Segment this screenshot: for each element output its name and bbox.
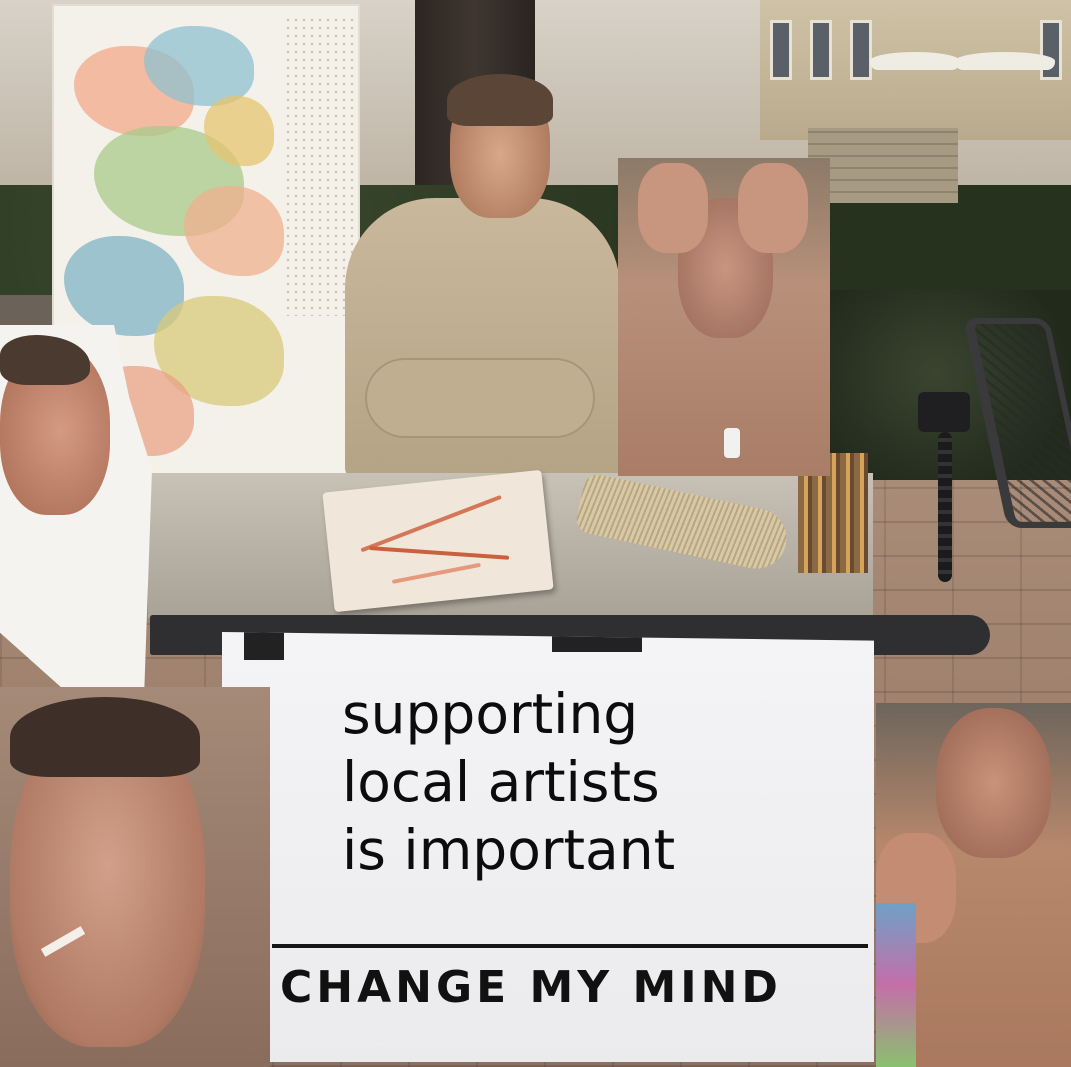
patio-umbrella xyxy=(955,52,1055,70)
sketchbook xyxy=(322,469,554,613)
sleeping-hair xyxy=(0,335,90,385)
building-window xyxy=(770,20,792,80)
change-my-mind-sign: supporting local artists is important CH… xyxy=(222,632,874,1062)
stone-planter xyxy=(808,128,958,203)
sketch-stroke xyxy=(369,546,510,560)
sign-divider xyxy=(272,944,868,948)
sign-headline: supporting local artists is important xyxy=(342,682,676,882)
art-supplies-table xyxy=(148,453,873,618)
right-face xyxy=(936,708,1051,858)
right-hand xyxy=(738,163,808,253)
seated-artist xyxy=(345,74,620,478)
sketch-stroke xyxy=(391,562,481,584)
cutout-smoking-man-right xyxy=(876,703,1071,1067)
patio-umbrella xyxy=(870,52,960,70)
cutout-smoking-man-left xyxy=(0,687,270,1067)
background-building xyxy=(760,0,1071,140)
tie-dye-sleeve xyxy=(876,903,916,1067)
building-window xyxy=(1040,20,1062,80)
artist-hair xyxy=(447,74,553,126)
cutout-hands-on-head xyxy=(618,158,830,476)
crossed-arms xyxy=(365,358,595,438)
building-window xyxy=(810,20,832,80)
paint-brush xyxy=(574,471,792,575)
smoking-hair xyxy=(10,697,200,777)
paint-blob xyxy=(184,186,284,276)
sign-tape xyxy=(244,632,284,660)
building-window xyxy=(850,20,872,80)
flexible-tripod-leg xyxy=(938,432,952,582)
camera-tripod xyxy=(918,392,970,592)
action-camera xyxy=(918,392,970,432)
meme-image: supporting local artists is important CH… xyxy=(0,0,1071,1067)
sketch-stroke xyxy=(360,494,502,553)
dog-tag xyxy=(724,428,740,458)
sign-tagline: CHANGE MY MIND xyxy=(280,962,782,1013)
left-hand xyxy=(638,163,708,253)
